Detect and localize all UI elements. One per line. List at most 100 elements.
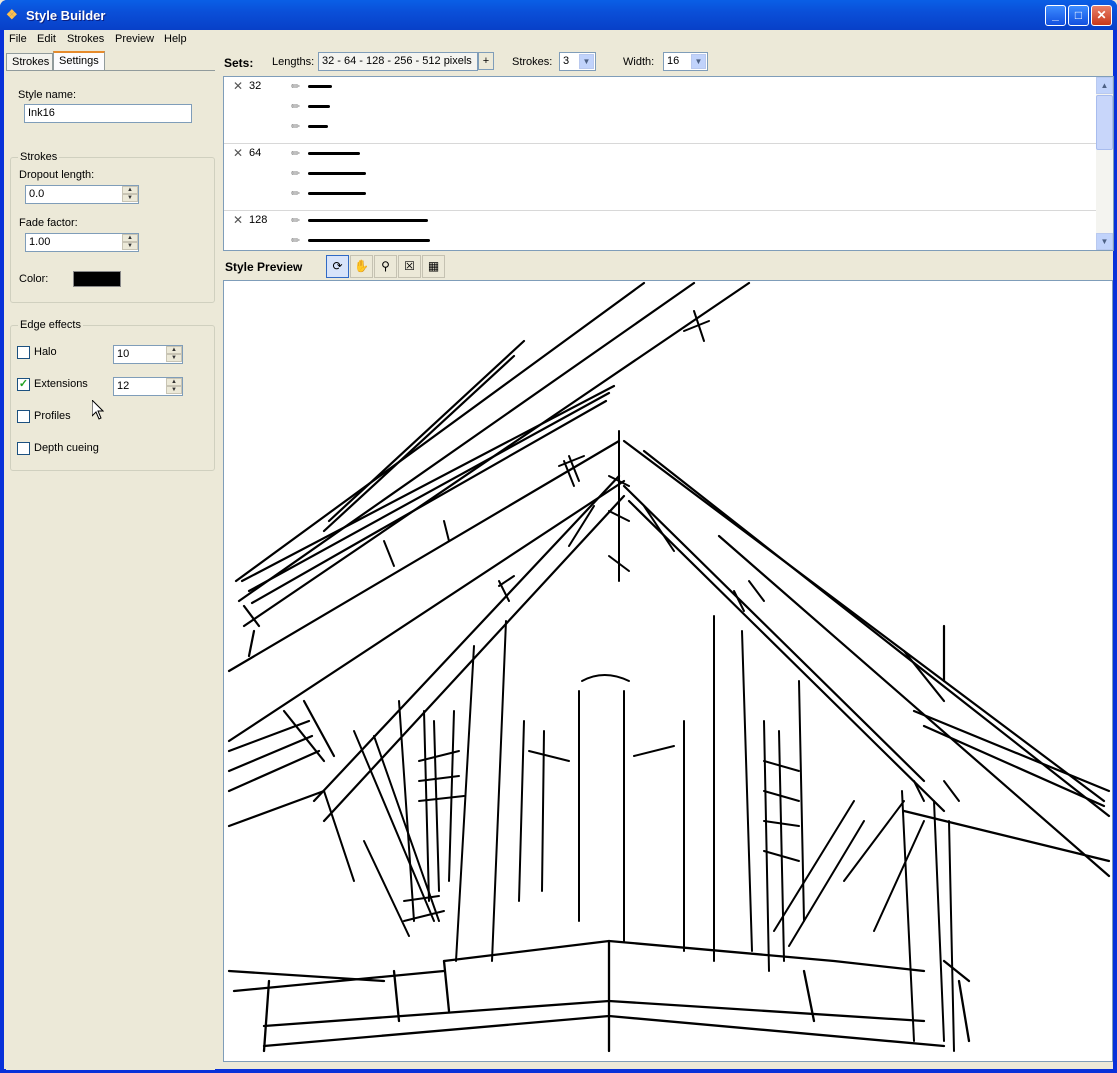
stroke-sample <box>308 239 430 242</box>
style-preview-canvas[interactable] <box>223 280 1113 1062</box>
title-bar[interactable]: ❖ Style Builder _ □ ✕ <box>0 0 1117 30</box>
fade-factor-label: Fade factor: <box>19 217 78 229</box>
pencil-icon[interactable]: ✏ <box>291 214 300 227</box>
settings-tab-body: Style name: Ink16 Strokes Dropout length… <box>6 70 215 1070</box>
spin-down-icon[interactable]: ▼ <box>122 194 138 202</box>
spin-up-icon[interactable]: ▲ <box>166 378 182 386</box>
chevron-down-icon[interactable]: ▼ <box>579 54 594 69</box>
stroke-sample <box>308 192 366 195</box>
stroke-set-row[interactable]: ✕ 64 ✏ ✏ ✏ <box>224 144 1097 211</box>
tab-settings[interactable]: Settings <box>53 51 105 72</box>
pan-icon[interactable]: ✋ <box>350 255 373 278</box>
strokes-count-label: Strokes: <box>512 56 553 68</box>
close-icon[interactable]: ✕ <box>233 213 243 227</box>
strokes-group: Strokes Dropout length: 0.0 ▲ ▼ Fade fact… <box>10 151 215 303</box>
menu-edit[interactable]: Edit <box>37 33 56 45</box>
menu-help[interactable]: Help <box>164 33 187 45</box>
scroll-thumb[interactable] <box>1096 95 1113 150</box>
style-name-label: Style name: <box>18 89 77 101</box>
add-length-button[interactable]: + <box>478 52 494 70</box>
pencil-icon[interactable]: ✏ <box>291 187 300 200</box>
sets-scrollbar[interactable]: ▲ ▼ <box>1096 77 1113 250</box>
pencil-icon[interactable]: ✏ <box>291 147 300 160</box>
stroke-set-row[interactable]: ✕ 128 ✏ ✏ <box>224 211 1097 250</box>
edge-effects-group: Edge effects Halo 10 ▲ ▼ ✓ Extensions 12 … <box>10 319 215 471</box>
scroll-up-icon[interactable]: ▲ <box>1096 77 1113 94</box>
color-swatch[interactable] <box>73 271 121 287</box>
dropout-length-spinner[interactable]: 0.0 ▲ ▼ <box>25 185 139 204</box>
halo-label: Halo <box>34 346 57 358</box>
mouse-cursor-icon <box>92 400 104 420</box>
spin-down-icon[interactable]: ▼ <box>166 386 182 394</box>
stroke-sample <box>308 105 330 108</box>
extensions-value: 12 <box>117 380 130 392</box>
width-label: Width: <box>623 56 655 68</box>
extensions-spinner[interactable]: 12 ▲ ▼ <box>113 377 183 396</box>
set-length: 64 <box>249 147 262 159</box>
depth-cueing-label: Depth cueing <box>34 442 99 454</box>
maximize-button[interactable]: □ <box>1068 5 1089 26</box>
edge-effects-group-title: Edge effects <box>18 319 83 331</box>
set-length: 128 <box>249 214 268 226</box>
app-icon: ❖ <box>6 7 18 22</box>
halo-spinner[interactable]: 10 ▲ ▼ <box>113 345 183 364</box>
pencil-icon[interactable]: ✏ <box>291 100 300 113</box>
close-button[interactable]: ✕ <box>1091 5 1112 26</box>
spin-up-icon[interactable]: ▲ <box>166 346 182 354</box>
halo-checkbox[interactable] <box>17 346 30 359</box>
pencil-icon[interactable]: ✏ <box>291 120 300 133</box>
width-select[interactable]: 16 ▼ <box>663 52 708 71</box>
pencil-icon[interactable]: ✏ <box>291 234 300 247</box>
menu-strokes[interactable]: Strokes <box>67 33 104 45</box>
stroke-sample <box>308 152 360 155</box>
spin-up-icon[interactable]: ▲ <box>122 186 138 194</box>
menu-file[interactable]: File <box>9 33 27 45</box>
close-icon[interactable]: ✕ <box>233 79 243 93</box>
menu-bar: File Edit Strokes Preview Help <box>4 30 1113 49</box>
client-area: File Edit Strokes Preview Help Strokes S… <box>4 30 1114 1070</box>
menu-preview[interactable]: Preview <box>115 33 154 45</box>
extensions-checkbox[interactable]: ✓ <box>17 378 30 391</box>
chevron-down-icon[interactable]: ▼ <box>691 54 706 69</box>
fade-factor-spinner[interactable]: 1.00 ▲ ▼ <box>25 233 139 252</box>
app-window: ❖ Style Builder _ □ ✕ File Edit Strokes … <box>0 0 1117 1073</box>
lengths-input[interactable]: 32 - 64 - 128 - 256 - 512 pixels <box>318 52 478 71</box>
main-panel: Sets: Lengths: 32 - 64 - 128 - 256 - 512… <box>221 49 1114 1069</box>
dropout-length-value: 0.0 <box>29 188 45 200</box>
depth-cueing-checkbox[interactable] <box>17 442 30 455</box>
spin-down-icon[interactable]: ▼ <box>122 242 138 250</box>
stroke-sample <box>308 125 328 128</box>
bottom-beam-sketch <box>227 939 971 1053</box>
preview-header: Style Preview ⟳ ✋ ⚲ ☒ ▦ <box>221 254 1113 279</box>
tab-strokes[interactable]: Strokes <box>6 53 53 71</box>
close-icon[interactable]: ✕ <box>233 146 243 160</box>
color-label: Color: <box>19 273 49 285</box>
stroke-sample <box>308 85 332 88</box>
style-name-input[interactable]: Ink16 <box>24 104 192 123</box>
extensions-label: Extensions <box>34 378 88 390</box>
width-value: 16 <box>667 55 680 67</box>
orbit-icon[interactable]: ⟳ <box>326 255 349 278</box>
minimize-button[interactable]: _ <box>1045 5 1066 26</box>
cube-icon[interactable]: ▦ <box>422 255 445 278</box>
strokes-group-title: Strokes <box>18 151 60 163</box>
spin-down-icon[interactable]: ▼ <box>166 354 182 362</box>
set-length: 32 <box>249 80 262 92</box>
scroll-down-icon[interactable]: ▼ <box>1096 233 1113 250</box>
spin-up-icon[interactable]: ▲ <box>122 234 138 242</box>
profiles-checkbox[interactable] <box>17 410 30 423</box>
fade-factor-value: 1.00 <box>29 236 51 248</box>
halo-value: 10 <box>117 348 130 360</box>
strokes-count-select[interactable]: 3 ▼ <box>559 52 596 71</box>
stroke-set-row[interactable]: ✕ 32 ✏ ✏ ✏ <box>224 77 1097 144</box>
left-roof-sketch <box>227 281 751 828</box>
zoom-icon[interactable]: ⚲ <box>374 255 397 278</box>
left-bracket-sketch <box>323 700 465 937</box>
sketch-drawing <box>227 281 1111 1053</box>
pencil-icon[interactable]: ✏ <box>291 167 300 180</box>
zoom-extents-icon[interactable]: ☒ <box>398 255 421 278</box>
pencil-icon[interactable]: ✏ <box>291 80 300 93</box>
sets-label: Sets: <box>224 56 254 70</box>
profiles-label: Profiles <box>34 410 71 422</box>
lengths-label: Lengths: <box>272 56 315 68</box>
